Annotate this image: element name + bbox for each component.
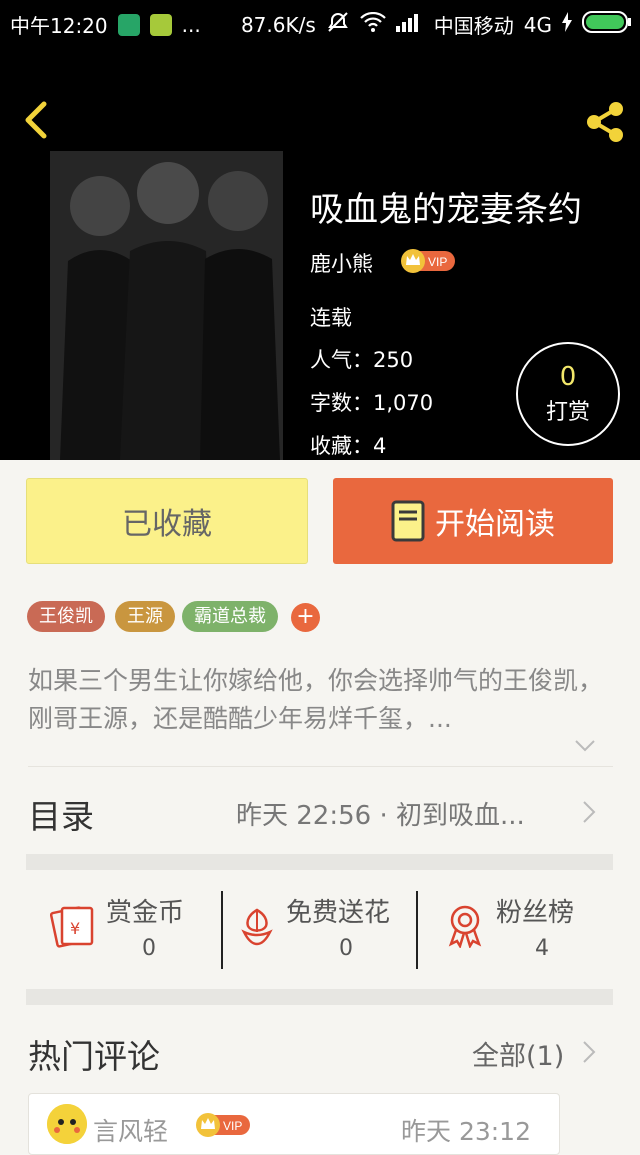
- favorited-label: 已收藏: [122, 507, 212, 542]
- author-name[interactable]: 鹿小熊: [310, 248, 373, 278]
- stat-reward-coins[interactable]: ¥ 赏金币 0: [40, 892, 230, 972]
- tip-count: 0: [559, 362, 577, 392]
- toc-label: 目录: [28, 797, 94, 836]
- add-tag-button[interactable]: +: [291, 603, 320, 632]
- status-time: 中午12:20: [10, 14, 108, 38]
- network-type: 4G: [523, 12, 552, 37]
- book-icon: [391, 500, 425, 542]
- svg-text:¥: ¥: [70, 919, 80, 938]
- start-reading-label: 开始阅读: [435, 507, 555, 542]
- tag-domineering-ceo[interactable]: 霸道总裁: [182, 601, 278, 632]
- carrier-name: 中国移动: [433, 14, 514, 38]
- avatar[interactable]: [47, 1104, 87, 1144]
- favorited-button[interactable]: 已收藏: [26, 478, 308, 564]
- vip-badge: VIP: [196, 1112, 252, 1138]
- vip-badge: VIP: [401, 248, 457, 274]
- all-comments-link[interactable]: 全部(1): [472, 1034, 564, 1073]
- chevron-right-icon: [582, 1040, 596, 1064]
- charging-icon: [562, 12, 572, 37]
- book-word-count: 字数：1,070: [310, 391, 434, 415]
- hot-comments-title: 热门评论: [28, 1037, 160, 1076]
- tag-wang-yuan[interactable]: 王源: [115, 601, 175, 632]
- book-cover-image: [50, 151, 283, 460]
- stat-reward-coins-label: 赏金币: [106, 898, 185, 928]
- stat-fans-ranking[interactable]: 粉丝榜 4: [440, 892, 630, 972]
- tip-button[interactable]: 0 打赏: [516, 342, 620, 446]
- signal-icon: [395, 12, 424, 37]
- network-speed: 87.6K/s: [240, 12, 316, 37]
- tip-label: 打赏: [545, 400, 590, 425]
- chevron-left-icon: [25, 101, 47, 139]
- share-icon: [587, 102, 623, 142]
- mute-icon: [326, 11, 350, 38]
- book-status: 连载: [310, 306, 352, 330]
- red-envelope-icon: ¥: [49, 902, 96, 948]
- more-notifications: ...: [181, 12, 201, 37]
- section-separator: [26, 989, 613, 1005]
- divider: [221, 891, 223, 969]
- comment-username[interactable]: 言风轻: [93, 1112, 168, 1148]
- book-description: 如果三个男生让你嫁给他，你会选择帅气的王俊凯，刚哥王源，还是酷酷少年易烊千玺，.…: [28, 666, 604, 733]
- divider: [416, 891, 418, 969]
- wifi-icon: [359, 11, 386, 37]
- comment-vip-label: VIP: [223, 1119, 242, 1133]
- stat-fans-ranking-label: 粉丝榜: [496, 898, 575, 928]
- stat-free-flowers[interactable]: 免费送花 0: [228, 892, 418, 972]
- book-popularity: 人气：250: [310, 348, 414, 372]
- ribbon-medal-icon: [442, 902, 488, 950]
- notification-app-icon: [149, 13, 172, 36]
- toc-latest-chapter: 昨天 22:56 · 初到吸血...: [236, 801, 525, 831]
- status-bar: 中午12:20 ... 87.6K/s 中国移动 4G: [0, 0, 640, 46]
- chevron-down-icon: [575, 740, 595, 752]
- tag-wang-junkai[interactable]: 王俊凯: [27, 601, 105, 632]
- battery-icon: [582, 11, 632, 38]
- section-separator: [26, 854, 613, 870]
- stat-free-flowers-value: 0: [339, 936, 353, 961]
- share-button[interactable]: [580, 98, 628, 146]
- divider: [28, 766, 613, 767]
- flower-icon: [234, 902, 280, 948]
- start-reading-button[interactable]: 开始阅读: [333, 478, 613, 564]
- comment-time: 昨天 23:12: [401, 1117, 531, 1146]
- expand-description-button[interactable]: [574, 738, 596, 752]
- book-favorites-count: 收藏：4: [310, 434, 387, 458]
- back-button[interactable]: [20, 100, 52, 140]
- chevron-right-icon: [582, 800, 596, 824]
- vip-badge-label: VIP: [428, 255, 447, 269]
- stat-reward-coins-value: 0: [142, 936, 156, 961]
- stat-free-flowers-label: 免费送花: [286, 898, 391, 928]
- book-title: 吸血鬼的宠妻条约: [310, 190, 582, 230]
- comment-item[interactable]: 言风轻 VIP 昨天 23:12: [28, 1093, 560, 1155]
- stat-fans-ranking-value: 4: [535, 936, 549, 961]
- shield-app-icon: [117, 13, 140, 36]
